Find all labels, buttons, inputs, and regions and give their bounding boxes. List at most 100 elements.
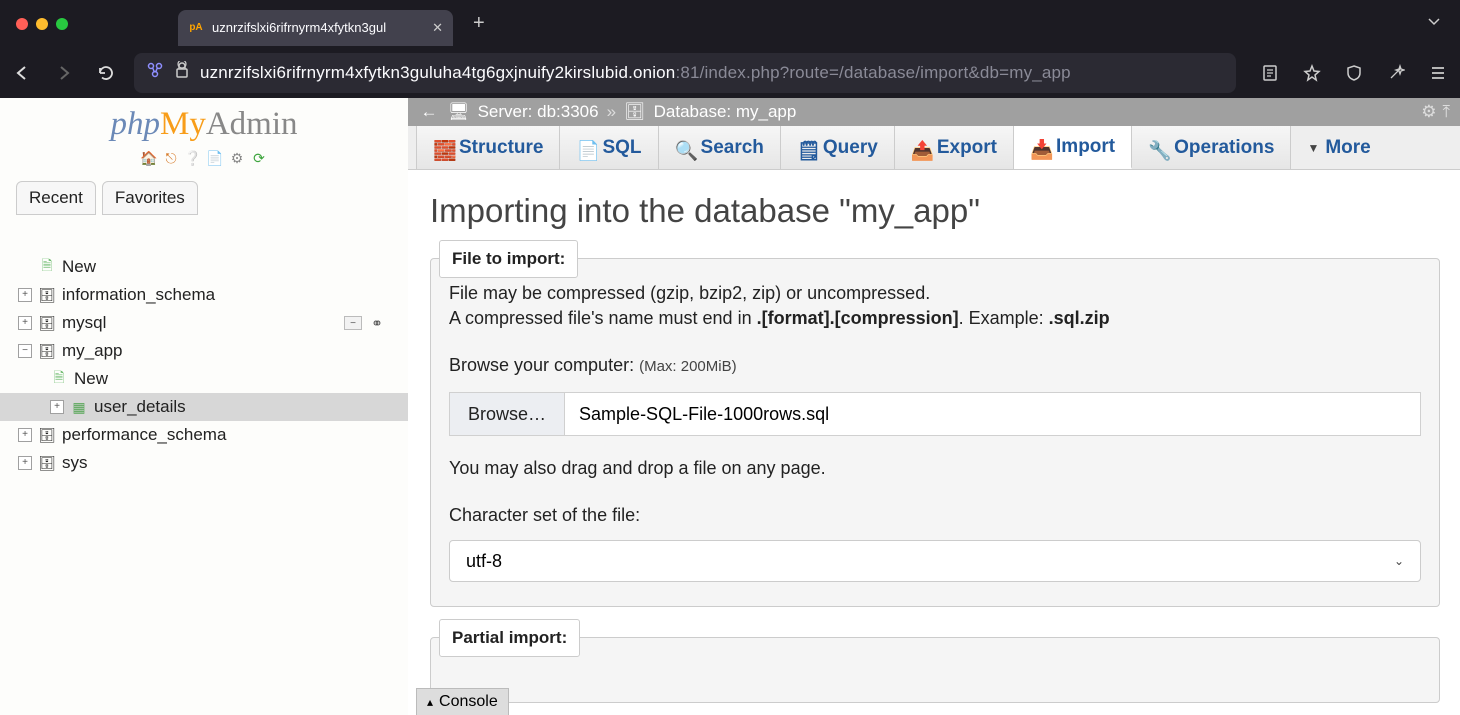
main-tabs: 🧱Structure 📄SQL 🔍Search 🗒Query 📤Export 📥… — [408, 126, 1460, 170]
expand-icon[interactable]: + — [18, 316, 32, 330]
lock-icon[interactable] — [174, 61, 190, 84]
sparkle-icon[interactable] — [1382, 59, 1410, 87]
tab-favorites[interactable]: Favorites — [102, 181, 198, 215]
settings-gear-icon[interactable]: ⚙ — [228, 149, 246, 167]
page-settings-gear-icon[interactable]: ⚙ — [1421, 102, 1436, 122]
tab-query[interactable]: 🗒Query — [781, 126, 895, 169]
file-name-field[interactable]: Sample-SQL-File-1000rows.sql — [565, 392, 1421, 436]
close-window-icon[interactable] — [16, 18, 28, 30]
tree-db-performance_schema[interactable]: +🗄performance_schema — [0, 421, 408, 449]
window-controls — [16, 18, 68, 30]
tab-more[interactable]: ▼More — [1291, 126, 1386, 169]
url-text: uznrzifslxi6rifrnyrm4xfytkn3guluha4tg6gx… — [200, 63, 1071, 83]
charset-value: utf-8 — [466, 551, 502, 572]
file-input-row: Browse… Sample-SQL-File-1000rows.sql — [449, 392, 1421, 436]
bookmark-icon[interactable] — [1298, 59, 1326, 87]
database-icon: 🗄 — [38, 315, 56, 332]
phpmyadmin-favicon-icon: pA — [188, 20, 204, 36]
partial-import-fieldset: Partial import: — [430, 637, 1440, 703]
dragdrop-hint: You may also drag and drop a file on any… — [449, 458, 1421, 479]
compress-info-line1: File may be compressed (gzip, bzip2, zip… — [449, 283, 1421, 304]
db-tree: 🗎New +🗄information_schema +🗄mysql −🗄my_a… — [0, 253, 408, 477]
compress-info-line2: A compressed file's name must end in .[f… — [449, 308, 1421, 329]
link-icon[interactable]: ⚭ — [368, 316, 386, 330]
new-db-icon: 🗎 — [38, 255, 56, 279]
database-icon: 🗄 — [38, 343, 56, 360]
table-icon: ▦ — [70, 399, 88, 416]
tree-new-db[interactable]: 🗎New — [0, 253, 408, 281]
tree-db-my_app[interactable]: −🗄my_app — [0, 337, 408, 365]
tab-recent[interactable]: Recent — [16, 181, 96, 215]
extension-icon[interactable] — [146, 61, 164, 84]
sidebar-quick-icons: 🏠 ⎋ ❔ 📄 ⚙ ⟳ — [0, 149, 408, 167]
expand-icon[interactable]: + — [18, 456, 32, 470]
tree-new-table[interactable]: 🗎New — [0, 365, 408, 393]
tabs-overflow-icon[interactable] — [1426, 13, 1442, 34]
tree-db-information_schema[interactable]: +🗄information_schema — [0, 281, 408, 309]
charset-label: Character set of the file: — [449, 505, 1421, 526]
browser-tab[interactable]: pA uznrzifslxi6rifrnyrm4xfytkn3gul ✕ — [178, 10, 453, 46]
reader-icon[interactable] — [1256, 59, 1284, 87]
console-toggle[interactable]: ▴ Console — [416, 688, 509, 715]
minimize-window-icon[interactable] — [36, 18, 48, 30]
browser-toolbar: uznrzifslxi6rifrnyrm4xfytkn3guluha4tg6gx… — [0, 47, 1460, 98]
phpmyadmin-logo[interactable]: phpMyAdmin — [0, 104, 408, 143]
import-page: Importing into the database "my_app" Fil… — [408, 170, 1460, 715]
sql-page-icon[interactable]: 📄 — [206, 149, 224, 167]
maximize-window-icon[interactable] — [56, 18, 68, 30]
caret-up-icon: ▴ — [427, 695, 433, 709]
reload-tree-icon[interactable]: ⟳ — [250, 149, 268, 167]
browser-tab-bar: pA uznrzifslxi6rifrnyrm4xfytkn3gul ✕ + — [0, 0, 1460, 47]
operations-icon: 🔧 — [1148, 139, 1166, 157]
reload-button[interactable] — [92, 59, 120, 87]
shield-icon[interactable] — [1340, 59, 1368, 87]
new-tab-button[interactable]: + — [473, 12, 485, 35]
sql-icon: 📄 — [576, 139, 594, 157]
menu-icon[interactable] — [1424, 59, 1452, 87]
tab-sql[interactable]: 📄SQL — [560, 126, 658, 169]
browse-button[interactable]: Browse… — [449, 392, 565, 436]
expand-icon[interactable]: + — [18, 428, 32, 442]
sidebar: phpMyAdmin 🏠 ⎋ ❔ 📄 ⚙ ⟳ Recent Favorites … — [0, 98, 408, 715]
page-title: Importing into the database "my_app" — [430, 192, 1440, 230]
tab-operations[interactable]: 🔧Operations — [1132, 126, 1291, 169]
tab-structure[interactable]: 🧱Structure — [416, 126, 560, 169]
file-to-import-fieldset: File to import: File may be compressed (… — [430, 258, 1440, 607]
tree-db-sys[interactable]: +🗄sys — [0, 449, 408, 477]
fieldset-legend-file: File to import: — [439, 240, 578, 278]
expand-icon[interactable]: + — [50, 400, 64, 414]
tab-export[interactable]: 📤Export — [895, 126, 1014, 169]
structure-icon: 🧱 — [433, 139, 451, 157]
address-bar[interactable]: uznrzifslxi6rifrnyrm4xfytkn3guluha4tg6gx… — [134, 53, 1236, 93]
database-icon: 🗄 — [38, 287, 56, 304]
sidebar-tabs: Recent Favorites — [16, 181, 408, 215]
docs-icon[interactable]: ❔ — [184, 149, 202, 167]
database-icon: 🗄 — [38, 455, 56, 472]
new-table-icon: 🗎 — [50, 367, 68, 391]
forward-button[interactable] — [50, 59, 78, 87]
export-icon: 📤 — [911, 139, 929, 157]
breadcrumb-server[interactable]: Server: db:3306 — [478, 102, 599, 122]
main-panel: ← 🖥 Server: db:3306 » 🗄 Database: my_app… — [408, 98, 1460, 715]
tab-import[interactable]: 📥Import — [1014, 126, 1132, 169]
expand-icon[interactable]: + — [18, 288, 32, 302]
collapse-icon[interactable]: − — [18, 344, 32, 358]
logout-icon[interactable]: ⎋ — [162, 149, 180, 167]
chevron-down-icon: ⌄ — [1394, 554, 1404, 568]
database-icon: 🗄 — [38, 427, 56, 444]
breadcrumb-database[interactable]: Database: my_app — [654, 102, 797, 122]
query-icon: 🗒 — [797, 139, 815, 157]
import-icon: 📥 — [1030, 138, 1048, 156]
breadcrumb-back-icon[interactable]: ← — [418, 102, 440, 122]
collapse-panel-icon[interactable]: ⤒ — [1442, 102, 1450, 122]
tab-title: uznrzifslxi6rifrnyrm4xfytkn3gul — [212, 20, 424, 35]
home-icon[interactable]: 🏠 — [140, 149, 158, 167]
collapse-tree-icon[interactable]: − — [344, 316, 362, 330]
charset-select[interactable]: utf-8 ⌄ — [449, 540, 1421, 582]
server-icon: 🖥 — [448, 102, 470, 122]
tree-table-user_details[interactable]: +▦user_details — [0, 393, 408, 421]
tab-search[interactable]: 🔍Search — [659, 126, 781, 169]
close-tab-icon[interactable]: ✕ — [432, 20, 443, 36]
fieldset-legend-partial: Partial import: — [439, 619, 580, 657]
back-button[interactable] — [8, 59, 36, 87]
